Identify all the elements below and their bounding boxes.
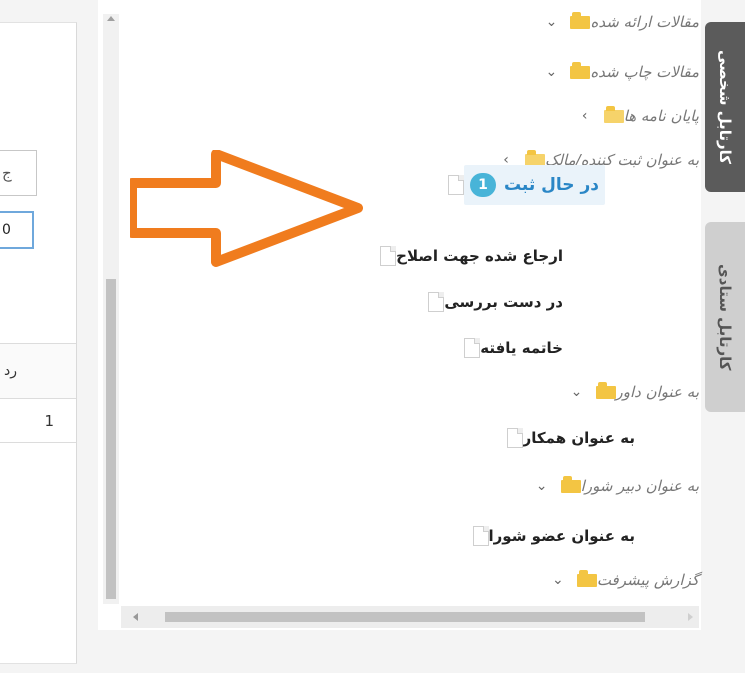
tree-node-file[interactable]: به عنوان عضو شورا (459, 516, 635, 556)
count-badge: 1 (469, 173, 496, 197)
filter-input-text: ج (2, 164, 12, 182)
file-icon (464, 338, 481, 358)
page-size-input-text: 0 (2, 222, 11, 238)
tree-node-file[interactable]: به عنوان همکار (493, 418, 635, 458)
tree-node-folder[interactable]: ⌄ گزارش پیشرفت (539, 560, 699, 600)
tree-node-label: ارجاع شده جهت اصلاح (396, 247, 563, 265)
page-size-input-partial[interactable]: 0 (0, 211, 34, 249)
tab-personal-label: کارتابل شخصی (716, 49, 734, 165)
file-icon (506, 428, 523, 448)
tree-node-label: در حال ثبت (503, 175, 599, 195)
file-icon (428, 292, 445, 312)
tree-node-label: خاتمه یافته (480, 339, 563, 357)
vertical-scroll-thumb[interactable] (106, 279, 116, 599)
tab-staff-cartable[interactable]: کارتابل ستادی (705, 222, 745, 412)
tree-node-file[interactable]: ارجاع شده جهت اصلاح (366, 236, 563, 276)
folder-icon (560, 475, 581, 493)
horizontal-scrollbar[interactable] (121, 606, 699, 628)
folder-open-icon (603, 105, 624, 123)
chevron-right-icon[interactable]: › (576, 108, 594, 124)
tree-node-file[interactable]: خاتمه یافته (450, 328, 563, 368)
file-icon (472, 526, 489, 546)
tree-node-label: در دست بررسی (444, 293, 563, 311)
chevron-down-icon[interactable]: ⌄ (542, 14, 560, 30)
file-icon (380, 246, 397, 266)
scroll-left-icon[interactable] (133, 613, 138, 621)
tree-node-label: به عنوان داور (615, 383, 700, 401)
chevron-down-icon[interactable]: ⌄ (542, 64, 560, 80)
chevron-down-icon[interactable]: ⌄ (533, 478, 551, 494)
tree-node-label: مقالات چاپ شده (590, 63, 699, 81)
scroll-right-icon[interactable] (688, 613, 693, 621)
tree-node-folder[interactable]: › پایان نامه ها (566, 96, 699, 136)
tree-node-label: به عنوان همکار (522, 429, 635, 447)
annotation-arrow-icon (130, 150, 363, 267)
chevron-down-icon[interactable]: ⌄ (568, 384, 586, 400)
folder-icon (570, 61, 591, 79)
filter-input-partial[interactable]: ج (0, 150, 37, 196)
tree-node-highlight: در حال ثبت 1 (463, 165, 605, 205)
tree-node-label: مقالات ارائه شده (590, 13, 699, 31)
tree-node-folder[interactable]: ⌄ مقالات ارائه شده (532, 2, 699, 42)
tree-node-folder[interactable]: ⌄ به عنوان داور (558, 372, 700, 412)
table-cell-row-number: 1 (44, 411, 54, 430)
file-icon (447, 175, 464, 195)
folder-icon (576, 569, 597, 587)
tree-node-folder[interactable]: ⌄ مقالات چاپ شده (532, 52, 699, 92)
table-header-label: رد (4, 363, 17, 379)
tree-node-active[interactable]: در حال ثبت 1 (434, 162, 605, 208)
vertical-scrollbar[interactable] (103, 14, 119, 604)
tree-node-file[interactable]: در دست بررسی (414, 282, 563, 322)
table-row[interactable]: 1 (0, 399, 76, 443)
tree-node-label: به عنوان دبیر شورا (580, 477, 699, 495)
scroll-up-icon[interactable] (107, 16, 115, 21)
folder-icon (595, 381, 616, 399)
tree-node-label: گزارش پیشرفت (596, 571, 699, 589)
chevron-down-icon[interactable]: ⌄ (549, 572, 567, 588)
table-header-partial: رد (0, 343, 76, 399)
folder-icon (570, 11, 591, 29)
tree-node-folder[interactable]: ⌄ به عنوان دبیر شورا (523, 466, 699, 506)
tab-staff-label: کارتابل ستادی (716, 263, 734, 371)
horizontal-scroll-thumb[interactable] (165, 612, 645, 622)
tree-node-label: به عنوان عضو شورا (488, 527, 635, 545)
tree-node-label: پایان نامه ها (623, 107, 699, 125)
tab-personal-cartable[interactable]: کارتابل شخصی (705, 22, 745, 192)
left-content-panel: ج 0 رد 1 (0, 22, 77, 664)
